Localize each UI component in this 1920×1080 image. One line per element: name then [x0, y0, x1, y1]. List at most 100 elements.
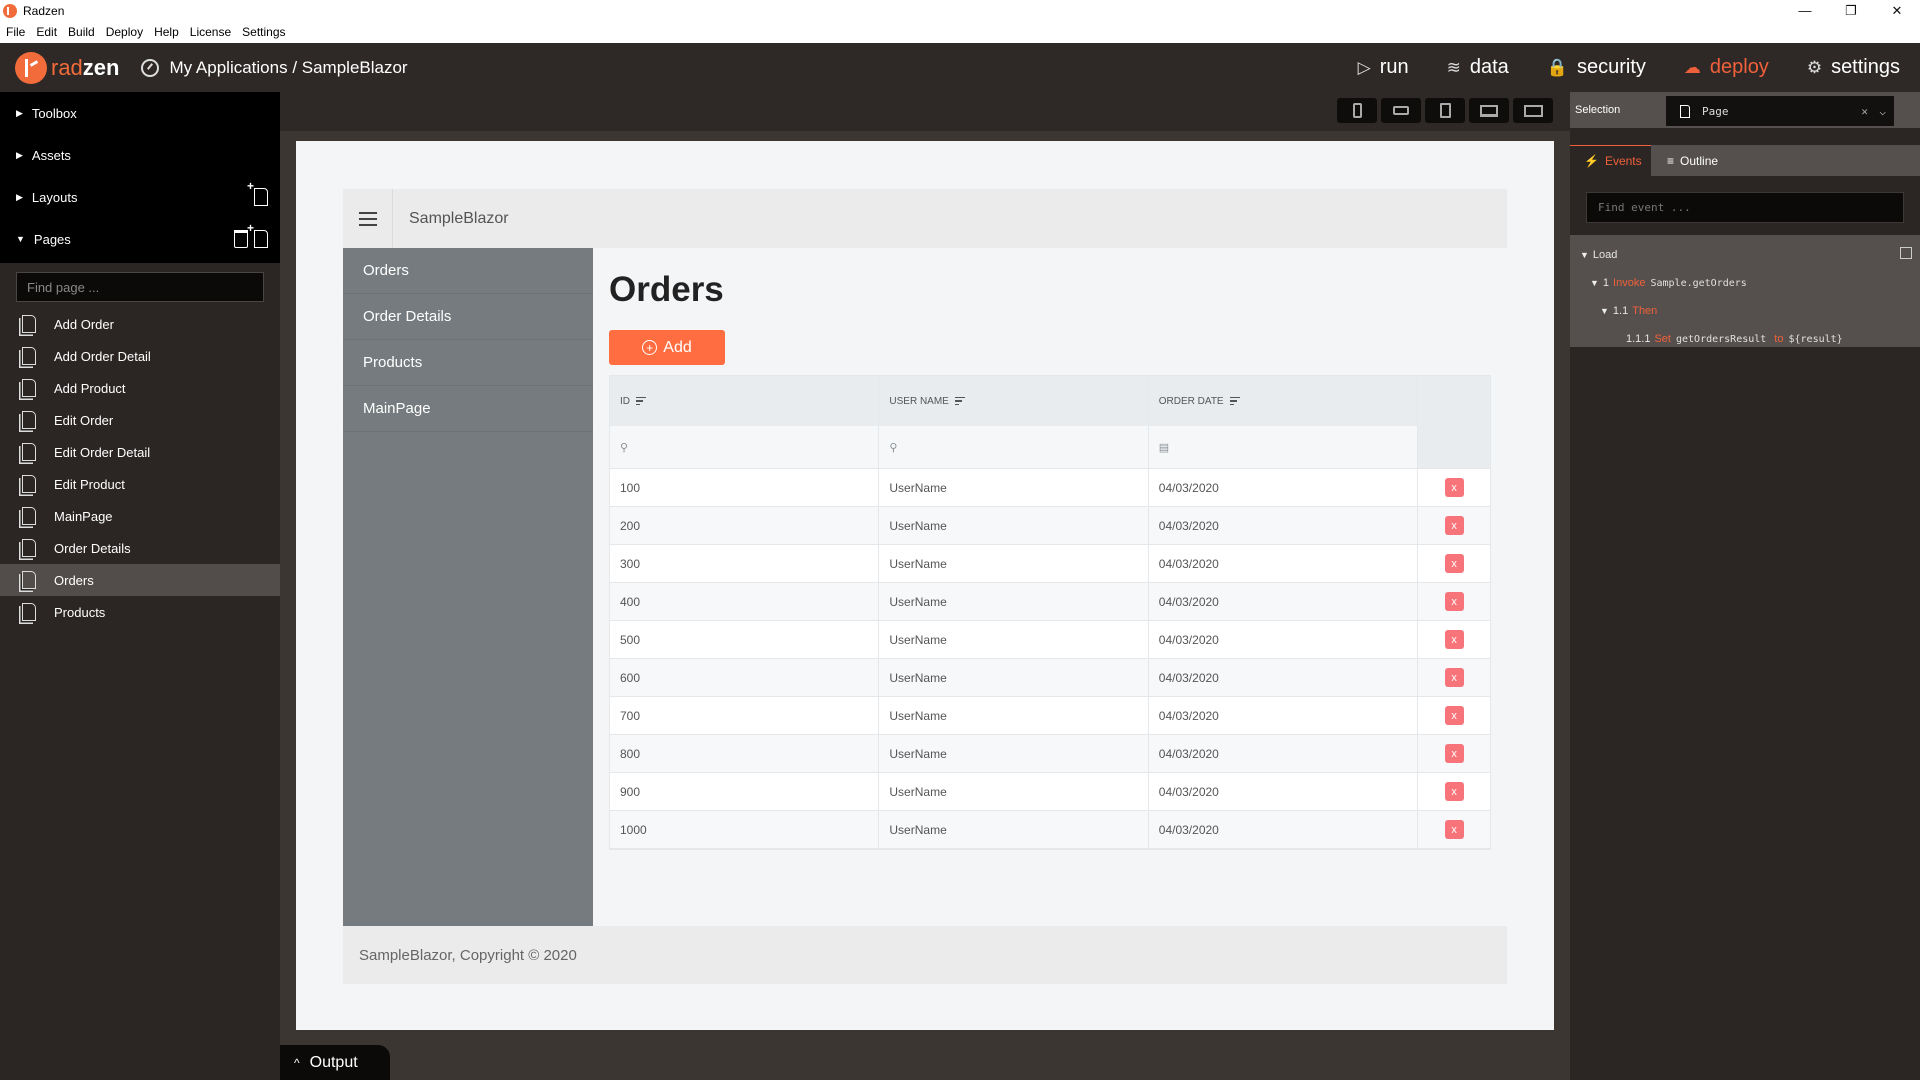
settings-button[interactable]: ⚙ settings — [1807, 56, 1900, 79]
selection-dropdown[interactable]: Page ✕ ⌵ — [1666, 96, 1894, 126]
section-assets[interactable]: ▶ Assets — [0, 134, 280, 176]
page-preview[interactable]: SampleBlazor Orders Order Details Produc… — [296, 141, 1554, 1030]
delete-row-button[interactable]: x — [1444, 668, 1464, 687]
sort-icon — [1229, 396, 1240, 406]
table-row[interactable]: 1000 UserName 04/03/2020 x — [610, 811, 1490, 849]
delete-row-button[interactable]: x — [1444, 554, 1464, 573]
section-layouts[interactable]: ▶ Layouts — [0, 176, 280, 218]
filter-id-input[interactable]: ⚲ — [610, 426, 880, 468]
menu-file[interactable]: File — [6, 25, 25, 39]
search-icon: ⚲ — [889, 441, 898, 454]
breadcrumb[interactable]: My Applications / SampleBlazor — [141, 57, 408, 78]
section-pages[interactable]: ▼ Pages — [0, 218, 280, 260]
page-item-order-details[interactable]: Order Details — [0, 532, 280, 564]
preview-nav-products[interactable]: Products — [343, 340, 593, 386]
grid-filter-row: ⚲ ⚲ ▤ — [610, 426, 1490, 469]
phone-landscape-button[interactable] — [1381, 98, 1421, 123]
delete-row-button[interactable]: x — [1444, 706, 1464, 725]
delete-row-button[interactable]: x — [1444, 630, 1464, 649]
preview-sidebar: Orders Order Details Products MainPage — [343, 248, 593, 926]
desktop-button[interactable] — [1513, 98, 1553, 123]
preview-nav-orders[interactable]: Orders — [343, 248, 593, 294]
radzen-logo[interactable]: radzen — [15, 51, 119, 84]
filter-username-input[interactable]: ⚲ — [879, 426, 1149, 468]
breadcrumb-text: My Applications / SampleBlazor — [169, 57, 408, 77]
add-button[interactable]: + Add — [609, 330, 725, 365]
page-item-mainpage[interactable]: MainPage — [0, 500, 280, 532]
event-load[interactable]: ▼ Load — [1570, 241, 1920, 269]
column-header-username[interactable]: USER NAME — [879, 376, 1149, 426]
page-item-orders[interactable]: Orders — [0, 564, 280, 596]
cell-id: 700 — [610, 697, 880, 734]
sort-icon — [636, 396, 646, 406]
phone-portrait-button[interactable] — [1337, 98, 1377, 123]
delete-row-button[interactable]: x — [1444, 516, 1464, 535]
table-row[interactable]: 300 UserName 04/03/2020 x — [610, 545, 1490, 583]
table-row[interactable]: 900 UserName 04/03/2020 x — [610, 773, 1490, 811]
menu-help[interactable]: Help — [154, 25, 179, 39]
output-tab[interactable]: ^ Output — [280, 1045, 390, 1080]
menu-deploy[interactable]: Deploy — [106, 25, 143, 39]
run-button[interactable]: ▷ run — [1358, 56, 1409, 79]
table-row[interactable]: 800 UserName 04/03/2020 x — [610, 735, 1490, 773]
find-event-input[interactable]: Find event ... — [1586, 192, 1904, 223]
edit-icon[interactable] — [1900, 247, 1912, 259]
cell-id: 600 — [610, 659, 880, 696]
tab-outline[interactable]: ≡ Outline — [1651, 145, 1734, 176]
chevron-down-icon[interactable]: ⌵ — [1879, 105, 1886, 118]
security-button[interactable]: 🔒 security — [1547, 56, 1646, 79]
filter-order-date-input[interactable]: ▤ — [1149, 426, 1419, 468]
page-item-add-order[interactable]: Add Order — [0, 308, 280, 340]
data-button[interactable]: ≋ data — [1447, 56, 1509, 79]
deploy-button[interactable]: ☁ deploy — [1684, 56, 1769, 79]
preview-nav-mainpage[interactable]: MainPage — [343, 386, 593, 432]
page-item-edit-product[interactable]: Edit Product — [0, 468, 280, 500]
menu-license[interactable]: License — [190, 25, 231, 39]
tablet-button[interactable] — [1425, 98, 1465, 123]
delete-row-button[interactable]: x — [1444, 592, 1464, 611]
column-header-order-date[interactable]: ORDER DATE — [1149, 376, 1419, 426]
column-header-id[interactable]: ID — [610, 376, 880, 426]
plus-circle-icon: + — [642, 340, 658, 355]
page-icon — [1680, 104, 1690, 118]
restore-button[interactable]: ❐ — [1828, 0, 1874, 21]
table-row[interactable]: 100 UserName 04/03/2020 x — [610, 469, 1490, 507]
event-step-invoke[interactable]: ▼ 1 Invoke Sample.getOrders — [1570, 269, 1920, 297]
page-item-edit-order[interactable]: Edit Order — [0, 404, 280, 436]
add-layout-icon[interactable] — [247, 179, 268, 206]
find-page-input[interactable]: Find page ... — [16, 272, 264, 302]
laptop-button[interactable] — [1469, 98, 1509, 123]
event-step-then[interactable]: ▼ 1.1 Then — [1570, 297, 1920, 325]
table-row[interactable]: 700 UserName 04/03/2020 x — [610, 697, 1490, 735]
page-item-edit-order-detail[interactable]: Edit Order Detail — [0, 436, 280, 468]
table-row[interactable]: 400 UserName 04/03/2020 x — [610, 583, 1490, 621]
tab-events[interactable]: ⚡ Events — [1570, 145, 1651, 176]
laptop-icon — [1480, 104, 1498, 117]
canvas-toolbar — [280, 92, 1570, 131]
delete-row-button[interactable]: x — [1444, 744, 1464, 763]
clear-selection-icon[interactable]: ✕ — [1861, 105, 1868, 118]
page-item-add-order-detail[interactable]: Add Order Detail — [0, 340, 280, 372]
menu-build[interactable]: Build — [68, 25, 95, 39]
hamburger-menu-icon[interactable] — [343, 189, 393, 248]
preview-nav-order-details[interactable]: Order Details — [343, 294, 593, 340]
add-page-icon[interactable] — [247, 221, 268, 248]
section-toolbox[interactable]: ▶ Toolbox — [0, 92, 280, 134]
delete-row-button[interactable]: x — [1444, 782, 1464, 801]
event-step-set[interactable]: 1.1.1 Set getOrdersResult to ${result} — [1570, 325, 1920, 353]
table-row[interactable]: 200 UserName 04/03/2020 x — [610, 507, 1490, 545]
delete-page-icon[interactable] — [234, 230, 248, 248]
table-row[interactable]: 500 UserName 04/03/2020 x — [610, 621, 1490, 659]
minimize-button[interactable]: — — [1782, 0, 1828, 21]
menu-edit[interactable]: Edit — [36, 25, 57, 39]
close-button[interactable]: ✕ — [1874, 0, 1920, 21]
delete-row-button[interactable]: x — [1444, 478, 1464, 497]
delete-row-button[interactable]: x — [1444, 820, 1464, 839]
top-nav: ▷ run ≋ data 🔒 security ☁ deploy ⚙ settings — [1320, 43, 1900, 92]
preview-header: SampleBlazor — [343, 189, 1507, 248]
page-item-add-product[interactable]: Add Product — [0, 372, 280, 404]
table-row[interactable]: 600 UserName 04/03/2020 x — [610, 659, 1490, 697]
cell-order-date: 04/03/2020 — [1149, 621, 1419, 658]
menu-settings[interactable]: Settings — [242, 25, 285, 39]
page-item-products[interactable]: Products — [0, 596, 280, 628]
